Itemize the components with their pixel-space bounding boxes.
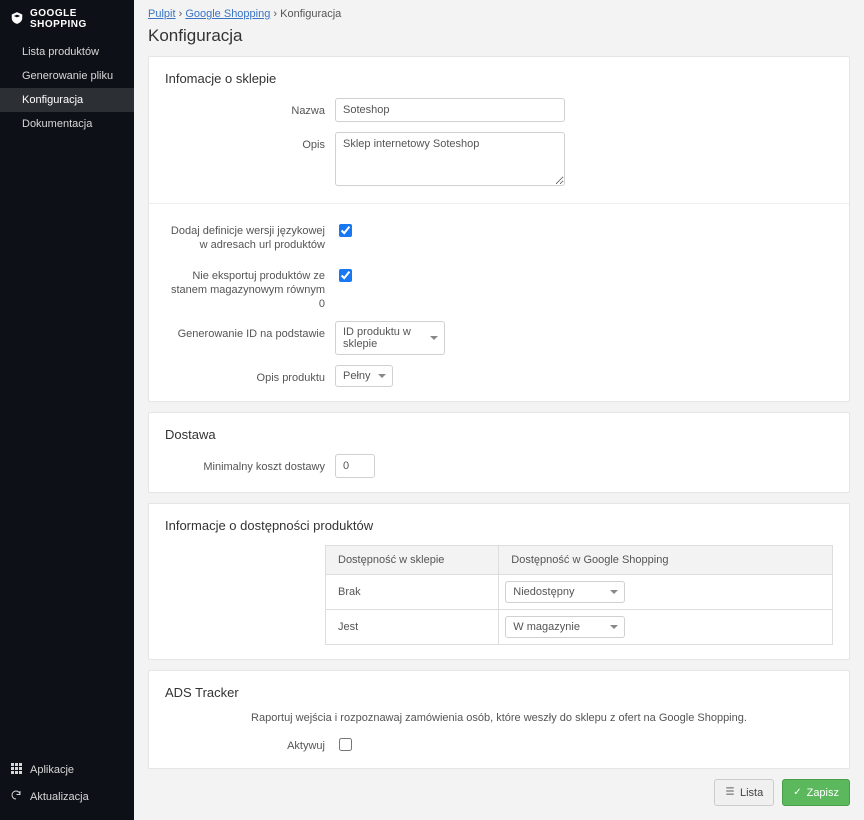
panel-delivery-title: Dostawa [165,427,833,442]
main: Pulpit › Google Shopping › Konfiguracja … [134,0,864,820]
nav-item-dokumentacja[interactable]: Dokumentacja [0,112,134,136]
panel-ads-title: ADS Tracker [165,685,833,700]
desc-label: Opis [165,132,325,152]
brand: GOOGLE SHOPPING [0,0,134,40]
lang-label: Dodaj definicje wersji językowej w adres… [165,218,325,253]
lang-checkbox[interactable] [339,224,352,237]
stock-checkbox[interactable] [339,269,352,282]
chevron-down-icon [610,625,618,629]
breadcrumb: Pulpit › Google Shopping › Konfiguracja [148,8,850,20]
idgen-label: Generowanie ID na podstawie [165,321,325,341]
idgen-select-value: ID produktu w sklepie [343,326,424,350]
pdesc-select[interactable]: Pełny [335,365,393,387]
sidebar-apps-label: Aplikacje [30,764,74,776]
desc-textarea[interactable]: Sklep internetowy Soteshop [335,132,565,186]
name-label: Nazwa [165,98,325,118]
save-button-label: Zapisz [807,787,839,799]
avail-row-0-label: Brak [326,575,499,610]
sidebar-update-label: Aktualizacja [30,791,89,803]
save-button[interactable]: ✓ Zapisz [782,779,850,806]
sidebar-footer: Aplikacje Aktualizacja [0,750,134,820]
col-google: Dostępność w Google Shopping [499,546,833,575]
ads-note: Raportuj wejścia i rozpoznawaj zamówieni… [165,712,833,724]
panel-ads: ADS Tracker Raportuj wejścia i rozpoznaw… [148,670,850,769]
sidebar-apps[interactable]: Aplikacje [0,756,134,783]
nav-item-generowanie-pliku[interactable]: Generowanie pliku [0,64,134,88]
crumb-pulpit[interactable]: Pulpit [148,8,176,20]
panel-store-info: Infomacje o sklepie Nazwa Opis Sklep int… [148,56,850,402]
crumb-google-shopping[interactable]: Google Shopping [185,8,270,20]
check-icon: ✓ [793,787,801,798]
col-store: Dostępność w sklepie [326,546,499,575]
list-icon [725,786,735,799]
nav: Lista produktów Generowanie pliku Konfig… [0,40,134,136]
nav-item-lista-produktow[interactable]: Lista produktów [0,40,134,64]
avail-row-1-select[interactable]: W magazynie [505,616,625,638]
sidebar: GOOGLE SHOPPING Lista produktów Generowa… [0,0,134,820]
panel-delivery: Dostawa Minimalny koszt dostawy [148,412,850,493]
brand-icon [10,11,24,28]
nav-item-konfiguracja[interactable]: Konfiguracja [0,88,134,112]
availability-table: Dostępność w sklepie Dostępność w Google… [325,545,833,645]
min-input[interactable] [335,454,375,478]
pdesc-label: Opis produktu [165,365,325,385]
idgen-select[interactable]: ID produktu w sklepie [335,321,445,355]
panel-store-info-title: Infomacje o sklepie [165,71,833,86]
list-button[interactable]: Lista [714,779,774,806]
sidebar-update[interactable]: Aktualizacja [0,783,134,810]
activate-checkbox[interactable] [339,738,352,751]
stock-label: Nie eksportuj produktów ze stanem magazy… [165,263,325,312]
divider [149,203,849,204]
pdesc-select-value: Pełny [343,370,371,382]
list-button-label: Lista [740,787,763,799]
table-row: Brak Niedostępny [326,575,833,610]
crumb-current: Konfiguracja [280,8,341,20]
avail-row-1-value: W magazynie [513,621,580,633]
page-title: Konfiguracja [148,26,850,46]
chevron-down-icon [430,336,438,340]
avail-row-1-label: Jest [326,610,499,645]
activate-label: Aktywuj [165,740,325,752]
avail-row-0-select[interactable]: Niedostępny [505,581,625,603]
table-row: Jest W magazynie [326,610,833,645]
name-input[interactable] [335,98,565,122]
apps-icon [10,762,22,777]
avail-row-0-value: Niedostępny [513,586,574,598]
refresh-icon [10,789,22,804]
footer-bar: Lista ✓ Zapisz [148,779,850,806]
panel-availability-title: Informacje o dostępności produktów [165,518,833,533]
brand-label: GOOGLE SHOPPING [30,8,124,30]
min-label: Minimalny koszt dostawy [165,454,325,474]
panel-availability: Informacje o dostępności produktów Dostę… [148,503,850,660]
chevron-down-icon [378,374,386,378]
chevron-down-icon [610,590,618,594]
